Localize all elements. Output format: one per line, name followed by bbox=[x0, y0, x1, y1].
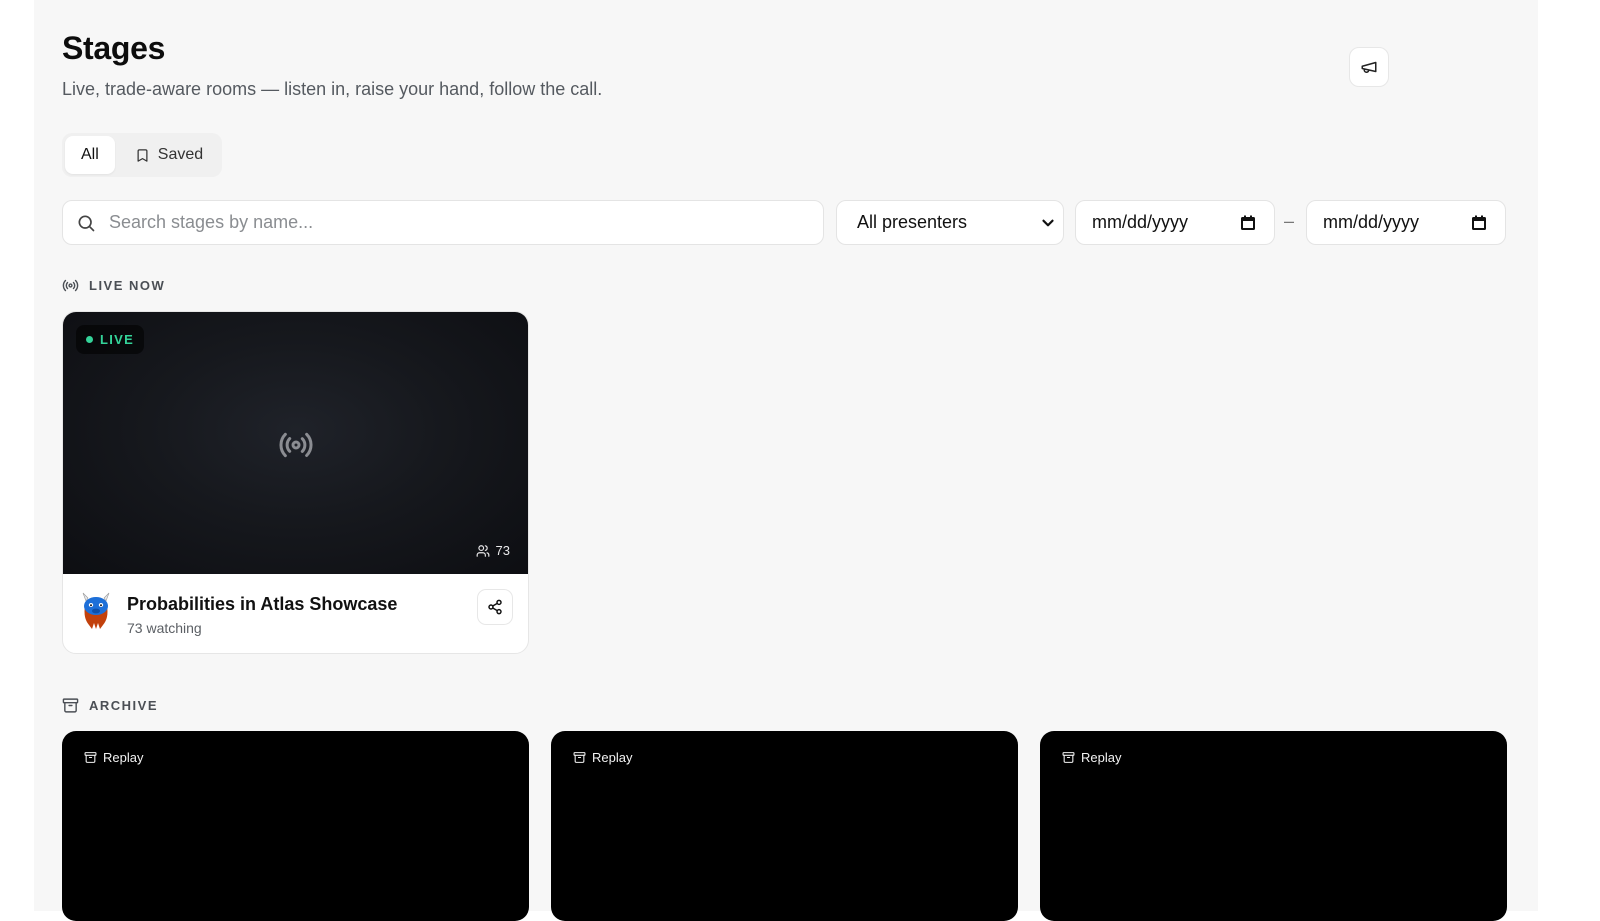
share-button[interactable] bbox=[477, 589, 513, 625]
chevron-down-icon bbox=[1042, 219, 1054, 226]
tab-saved-label: Saved bbox=[157, 146, 204, 163]
replay-badge: Replay bbox=[573, 750, 632, 765]
live-badge-label: LIVE bbox=[100, 332, 135, 347]
calendar-icon[interactable] bbox=[1471, 215, 1487, 231]
live-stage-thumbnail: LIVE 73 bbox=[63, 312, 528, 574]
tab-all[interactable]: All bbox=[65, 136, 115, 174]
search-input[interactable] bbox=[109, 201, 823, 244]
date-from-field[interactable]: mm/dd/yyyy bbox=[1075, 200, 1275, 245]
archive-icon bbox=[1062, 752, 1075, 763]
live-badge: LIVE bbox=[76, 325, 145, 354]
calendar-icon[interactable] bbox=[1240, 215, 1256, 231]
viewer-count-value: 73 bbox=[495, 543, 510, 558]
share-icon bbox=[488, 599, 502, 615]
live-now-label: LIVE NOW bbox=[89, 278, 166, 293]
viewer-count: 73 bbox=[476, 543, 510, 558]
presenter-select-value: All presenters bbox=[857, 212, 968, 232]
broadcast-icon bbox=[278, 427, 314, 468]
replay-badge: Replay bbox=[84, 750, 143, 765]
live-indicator-dot bbox=[86, 336, 93, 343]
archive-icon bbox=[573, 752, 586, 763]
live-stage-info: Probabilities in Atlas Showcase 73 watch… bbox=[63, 574, 528, 653]
users-icon bbox=[476, 544, 489, 557]
replay-badge-label: Replay bbox=[592, 750, 633, 765]
broadcast-icon bbox=[62, 279, 79, 292]
presenter-select[interactable]: All presenters bbox=[836, 200, 1064, 245]
watching-count: 73 watching bbox=[127, 620, 202, 636]
archive-label: ARCHIVE bbox=[89, 698, 159, 713]
tab-all-label: All bbox=[81, 146, 99, 163]
megaphone-icon bbox=[1361, 61, 1377, 73]
page-subtitle: Live, trade-aware rooms — listen in, rai… bbox=[62, 79, 603, 99]
replay-badge-label: Replay bbox=[1081, 750, 1122, 765]
date-to-value: mm/dd/yyyy bbox=[1323, 212, 1420, 232]
date-from-value: mm/dd/yyyy bbox=[1092, 212, 1189, 232]
archive-card[interactable]: Replay bbox=[1040, 731, 1507, 921]
announcements-button[interactable] bbox=[1349, 47, 1389, 87]
replay-badge: Replay bbox=[1062, 750, 1121, 765]
archive-card[interactable]: Replay bbox=[551, 731, 1018, 921]
stage-title[interactable]: Probabilities in Atlas Showcase bbox=[127, 594, 397, 615]
archive-icon bbox=[84, 752, 97, 763]
live-now-heading: LIVE NOW bbox=[62, 277, 165, 294]
archive-icon bbox=[62, 698, 79, 713]
page-title: Stages bbox=[62, 30, 166, 66]
archive-heading: ARCHIVE bbox=[62, 697, 158, 714]
live-stage-card[interactable]: LIVE 73 Probabilities in Atlas Showcase … bbox=[62, 311, 529, 654]
archive-card[interactable]: Replay bbox=[62, 731, 529, 921]
presenter-avatar bbox=[79, 592, 113, 630]
date-to-field[interactable]: mm/dd/yyyy bbox=[1306, 200, 1506, 245]
bookmark-icon bbox=[137, 148, 148, 162]
tab-saved[interactable]: Saved bbox=[119, 136, 219, 174]
search-box bbox=[62, 200, 824, 245]
date-range-separator: – bbox=[1284, 211, 1295, 231]
search-icon bbox=[63, 213, 109, 233]
replay-badge-label: Replay bbox=[103, 750, 144, 765]
stages-page: Stages Live, trade-aware rooms — listen … bbox=[34, 0, 1538, 921]
stage-tabs: All Saved bbox=[62, 133, 223, 177]
